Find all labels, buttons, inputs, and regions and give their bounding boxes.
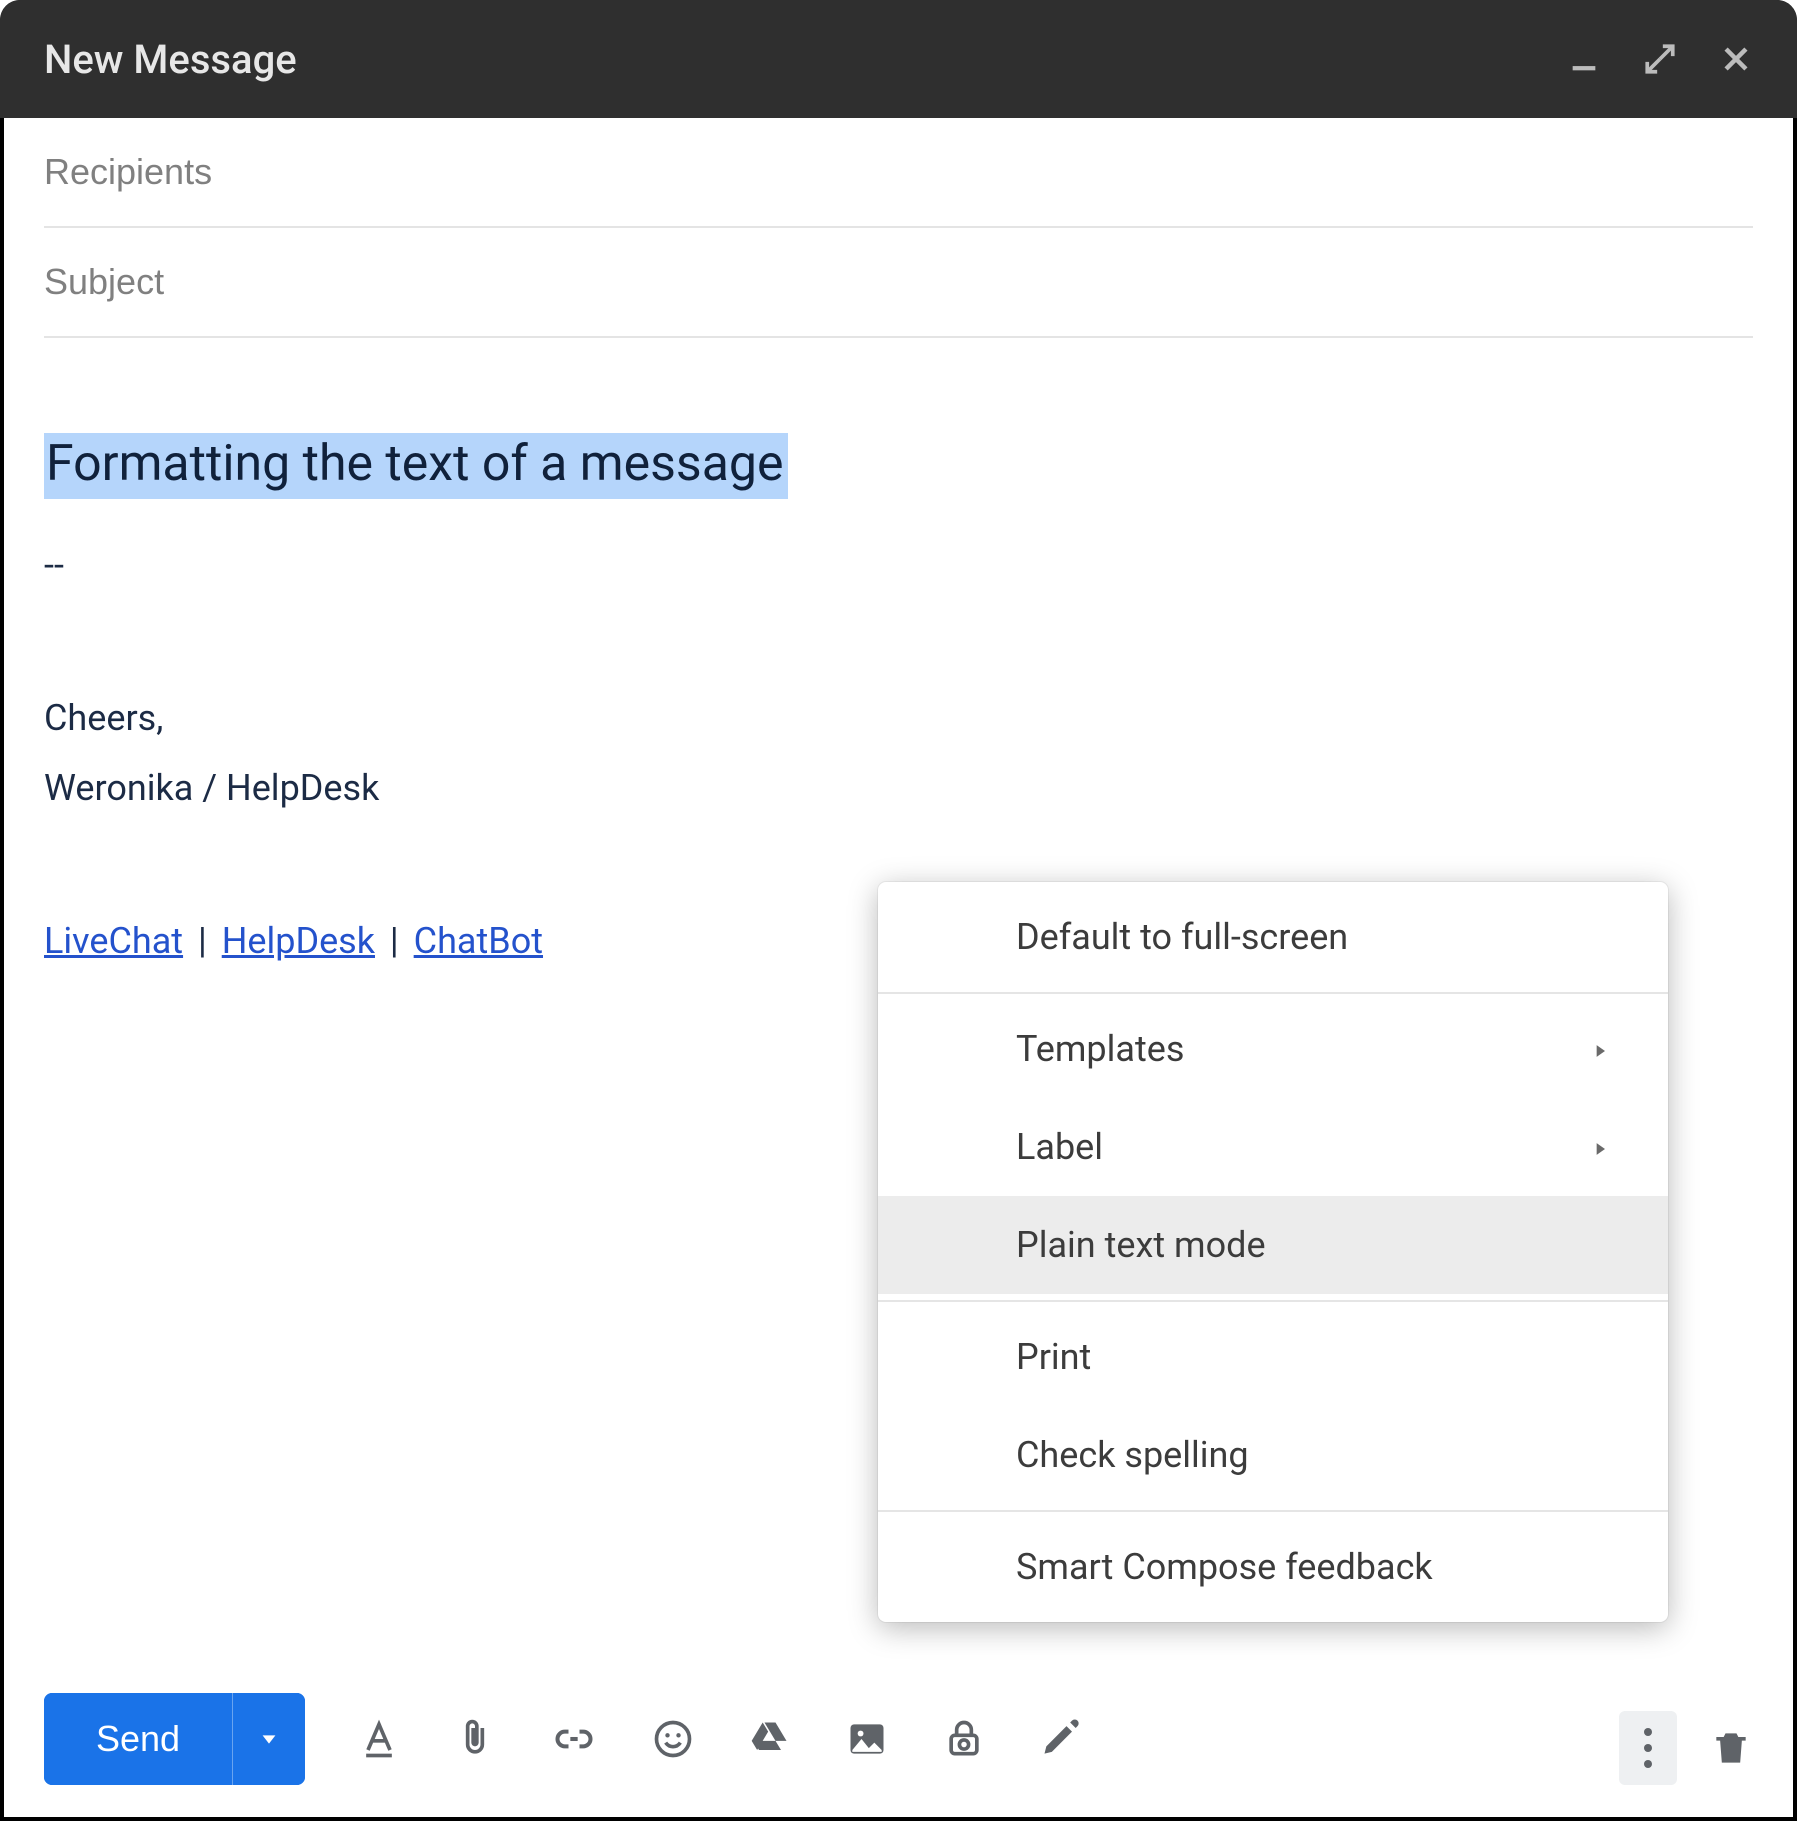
insert-signature-icon[interactable] bbox=[1039, 1717, 1083, 1761]
link-separator: | bbox=[183, 920, 222, 962]
titlebar-actions bbox=[1567, 42, 1753, 76]
attach-file-icon[interactable] bbox=[453, 1717, 497, 1761]
compose-window: New Message bbox=[0, 0, 1797, 1821]
fullscreen-icon[interactable] bbox=[1643, 42, 1677, 76]
text-format-icon[interactable] bbox=[357, 1717, 401, 1761]
message-body[interactable]: Formatting the text of a message -- Chee… bbox=[0, 338, 1797, 967]
menu-plain-text-mode[interactable]: Plain text mode bbox=[878, 1196, 1668, 1294]
chevron-right-icon bbox=[1590, 1126, 1610, 1168]
link-helpdesk[interactable]: HelpDesk bbox=[222, 920, 375, 962]
minimize-icon[interactable] bbox=[1567, 42, 1601, 76]
menu-templates[interactable]: Templates bbox=[878, 1000, 1668, 1098]
subject-row bbox=[44, 228, 1753, 338]
discard-draft-icon[interactable] bbox=[1709, 1726, 1753, 1770]
confidential-mode-icon[interactable] bbox=[941, 1717, 987, 1761]
titlebar: New Message bbox=[0, 0, 1797, 118]
link-livechat[interactable]: LiveChat bbox=[44, 920, 183, 962]
insert-emoji-icon[interactable] bbox=[651, 1717, 695, 1761]
menu-item-label: Templates bbox=[1016, 1028, 1184, 1070]
close-icon[interactable] bbox=[1719, 42, 1753, 76]
chevron-right-icon bbox=[1590, 1028, 1610, 1070]
window-title: New Message bbox=[44, 36, 297, 83]
menu-check-spelling[interactable]: Check spelling bbox=[878, 1406, 1668, 1504]
link-chatbot[interactable]: ChatBot bbox=[414, 920, 543, 962]
menu-default-fullscreen[interactable]: Default to full-screen bbox=[878, 888, 1668, 986]
signature-separator: -- bbox=[44, 539, 1753, 591]
toolbar-right bbox=[1619, 1711, 1753, 1785]
recipients-input[interactable] bbox=[44, 151, 1753, 193]
send-button-group: Send bbox=[44, 1693, 305, 1785]
menu-label[interactable]: Label bbox=[878, 1098, 1668, 1196]
insert-link-icon[interactable] bbox=[549, 1717, 599, 1761]
menu-print[interactable]: Print bbox=[878, 1308, 1668, 1406]
signature-block: Cheers, Weronika / HelpDesk bbox=[44, 683, 1753, 823]
recipients-row bbox=[44, 118, 1753, 228]
menu-item-label: Plain text mode bbox=[1016, 1224, 1266, 1266]
link-separator: | bbox=[375, 920, 414, 962]
menu-item-label: Print bbox=[1016, 1336, 1091, 1378]
send-button[interactable]: Send bbox=[44, 1693, 232, 1785]
more-options-button[interactable] bbox=[1619, 1711, 1677, 1785]
body-selected-text: Formatting the text of a message bbox=[44, 433, 788, 499]
signature-line-1: Cheers, bbox=[44, 683, 1753, 753]
menu-item-label: Label bbox=[1016, 1126, 1103, 1168]
header-fields bbox=[0, 118, 1797, 338]
menu-smart-compose-feedback[interactable]: Smart Compose feedback bbox=[878, 1518, 1668, 1616]
menu-item-label: Smart Compose feedback bbox=[1016, 1546, 1433, 1588]
insert-photo-icon[interactable] bbox=[845, 1717, 889, 1761]
menu-item-label: Default to full-screen bbox=[1016, 916, 1348, 958]
menu-item-label: Check spelling bbox=[1016, 1434, 1249, 1476]
subject-input[interactable] bbox=[44, 261, 1753, 303]
compose-toolbar: Send bbox=[44, 1693, 1753, 1785]
send-options-button[interactable] bbox=[233, 1693, 305, 1785]
more-options-menu: Default to full-screen Templates Label P… bbox=[878, 882, 1668, 1622]
formatting-icons bbox=[357, 1717, 1083, 1761]
insert-drive-icon[interactable] bbox=[747, 1717, 793, 1761]
signature-line-2: Weronika / HelpDesk bbox=[44, 753, 1753, 823]
